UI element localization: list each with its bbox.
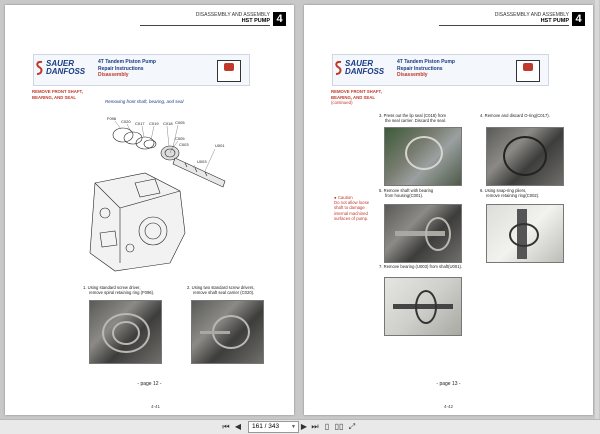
page-label: - page 12 - [137,381,162,387]
chapter-badge: 4 [572,12,585,26]
viewer-toolbar: ⏮ ◀ 161 / 343 ▼ ▶ ⏭ ▯ ▯▯ ⤢ [0,419,600,434]
step-1-photo [89,300,162,364]
right-page: DISASSEMBLY AND ASSEMBLY HST PUMP 4 SAUE… [304,5,593,415]
sauer-danfoss-logo: SAUER DANFOSS [36,60,86,76]
manual-banner: SAUER DANFOSS 4T Tandem Piston Pump Repa… [33,54,250,86]
page-header: DISASSEMBLY AND ASSEMBLY HST PUMP 4 [495,12,585,26]
callout-label: C017 [135,121,145,126]
chapter-badge: 4 [273,12,286,26]
step-7-photo [384,277,462,336]
banner-title: 4T Tandem Piston Pump [98,59,156,65]
sauer-danfoss-logo: SAUER DANFOSS [335,60,385,76]
section-title-line-2: BEARING, AND SEAL [32,94,77,100]
banner-section: Disassembly [98,72,129,78]
banner-section: Disassembly [397,72,428,78]
step-7: 7. Remove bearing (U003) from shaft(U001… [379,264,462,269]
logo-bottom: DANFOSS [46,67,86,76]
fit-page-button[interactable]: ⤢ [347,421,357,432]
company-badge [217,60,241,82]
banner-title-block: 4T Tandem Piston Pump Repair Instruction… [98,59,156,79]
prev-page-button[interactable]: ◀ [233,421,243,432]
page-header: DISASSEMBLY AND ASSEMBLY HST PUMP 4 [196,12,286,26]
step-3-photo [384,127,462,186]
logo-s-icon [335,60,342,75]
section-continued: (continued) [331,100,353,105]
callout-label: C005 [175,136,185,141]
callout-label: U003 [197,159,207,164]
banner-title-block: 4T Tandem Piston Pump Repair Instruction… [397,59,455,79]
step-2: 2. Using two standard screw drivers, rem… [187,285,255,295]
callout-label: C018 [163,121,173,126]
single-page-view-button[interactable]: ▯ [322,421,332,432]
first-page-button[interactable]: ⏮ [221,421,231,432]
header-component: HST PUMP [540,18,569,24]
step-text: Remove bearing (U003) from shaft(U001). [383,264,463,269]
badge-icon [523,63,533,71]
logo-bottom: DANFOSS [345,67,385,76]
callout-label: C019 [149,121,159,126]
step-4: 4. Remove and discard O-ring(C017). [480,113,550,118]
diagram-caption: Removing front shaft, bearing, and seal [105,99,184,104]
step-number: 4. [480,113,484,118]
vertical-scrollbar[interactable] [595,0,599,419]
logo-s-icon [36,60,43,75]
step-4-photo [486,127,564,186]
section-title: REMOVE FRONT SHAFT, BEARING, AND SEAL [32,89,83,100]
callout-label: U001 [215,143,225,148]
company-badge [516,60,540,82]
step-text: remove retaining ring(C002). [486,193,540,199]
left-page: DISASSEMBLY AND ASSEMBLY HST PUMP 4 SAUE… [5,5,294,415]
chevron-down-icon: ▼ [291,424,296,430]
step-text: Remove and discard O-ring(C017). [484,113,550,118]
callout-label: F096 [107,116,117,121]
page-label: - page 13 - [436,381,461,387]
step-text: from housing(C001). [385,193,424,199]
step-text: the seal carrier. Discard the seal. [385,118,446,124]
section-title-line-1: REMOVE FRONT SHAFT, [331,89,382,94]
step-3: 3. Press out the lip seal (C018) from th… [379,113,446,123]
step-1: 1. Using standard screw driver, remove s… [83,285,154,295]
header-component: HST PUMP [241,18,270,24]
page-number-input[interactable]: 161 / 343 ▼ [248,421,299,433]
step-text: remove spiral retaining ring (F096). [89,290,155,296]
step-text: remove shaft seal carrier (C020). [193,290,255,296]
page-number: 4-42 [444,404,454,409]
section-title-line-1: REMOVE FRONT SHAFT, [32,89,83,94]
callout-label: C020 [121,119,131,124]
section-title: REMOVE FRONT SHAFT, BEARING, AND SEAL (c… [331,89,382,106]
exploded-pump-diagram: F096 C020 C017 C019 C018 C005 C005 C003 … [89,116,226,272]
callout-label: C005 [175,120,185,125]
badge-icon [224,63,234,71]
manual-banner: SAUER DANFOSS 4T Tandem Piston Pump Repa… [332,54,549,86]
step-6: 6. Using snap-ring pliers, remove retain… [480,188,539,198]
step-2-photo [191,300,264,364]
step-number: 7. [379,264,383,269]
step-5: 5. Remove shaft with bearing from housin… [379,188,433,198]
page-number-value: 161 / 343 [252,423,280,430]
banner-title: 4T Tandem Piston Pump [397,59,455,65]
double-page-view-button[interactable]: ▯▯ [333,421,345,432]
caution-note: ● Caution Do not allow loose shaft to da… [334,195,379,221]
callout-label: C003 [179,142,189,147]
step-6-photo [486,204,564,263]
page-number: 4-41 [151,404,161,409]
last-page-button[interactable]: ⏭ [310,421,320,432]
next-page-button[interactable]: ▶ [299,421,309,432]
caution-text: surfaces of pump. [334,215,369,221]
step-5-photo [384,204,462,263]
